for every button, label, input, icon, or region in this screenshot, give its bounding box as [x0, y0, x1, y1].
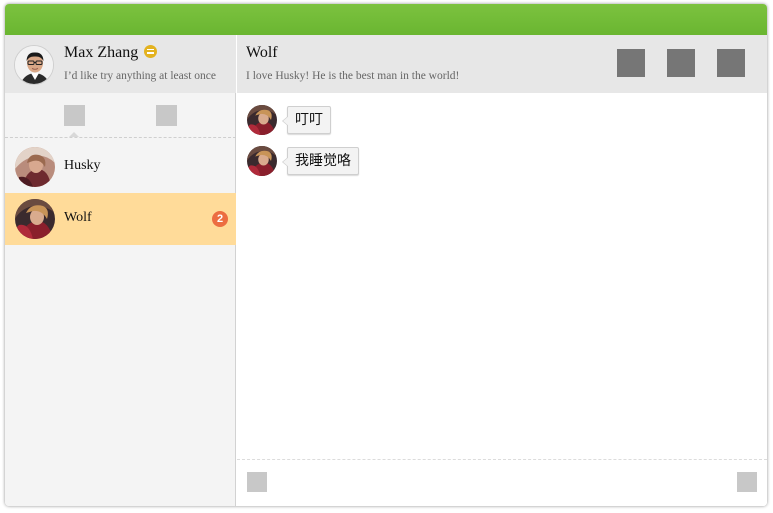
sidebar-tabs: [5, 93, 236, 138]
chat-subtitle: I love Husky! He is the best man in the …: [246, 70, 460, 82]
chat-tab-icon[interactable]: [64, 105, 85, 126]
tab-indicator: [69, 132, 79, 137]
contacts-tab-icon[interactable]: [156, 105, 177, 126]
chat-header: Wolf I love Husky! He is the best man in…: [237, 35, 767, 93]
contact-name: Wolf: [64, 210, 92, 225]
title-bar: [5, 4, 767, 35]
sidebar: Max Zhang I’d like try anything at least…: [5, 35, 236, 506]
menu-status-icon[interactable]: [144, 44, 158, 58]
profile-name-row: Max Zhang: [64, 44, 158, 62]
message-composer: [237, 459, 767, 506]
call-icon[interactable]: [617, 49, 645, 77]
avatar[interactable]: [247, 146, 277, 176]
unread-badge: 2: [212, 211, 228, 227]
contact-item-husky[interactable]: Husky: [5, 141, 236, 193]
more-icon[interactable]: [717, 49, 745, 77]
avatar: [15, 199, 55, 239]
contact-item-wolf[interactable]: Wolf 2: [5, 193, 236, 245]
emoji-icon[interactable]: [247, 472, 267, 492]
message-bubble: 叮叮: [282, 106, 331, 134]
chat-title: Wolf: [246, 44, 278, 61]
avatar: [15, 147, 55, 187]
contact-name: Husky: [64, 158, 101, 173]
profile-motto: I’d like try anything at least once: [64, 70, 217, 82]
avatar[interactable]: [14, 45, 54, 85]
chat-panel: Wolf I love Husky! He is the best man in…: [237, 35, 767, 506]
message-bubble: 我睡觉咯: [282, 147, 359, 175]
video-icon[interactable]: [667, 49, 695, 77]
send-icon[interactable]: [737, 472, 757, 492]
avatar[interactable]: [247, 105, 277, 135]
profile-name: Max Zhang: [64, 44, 139, 61]
user-profile: Max Zhang I’d like try anything at least…: [5, 35, 236, 93]
chat-window: Max Zhang I’d like try anything at least…: [5, 4, 767, 506]
